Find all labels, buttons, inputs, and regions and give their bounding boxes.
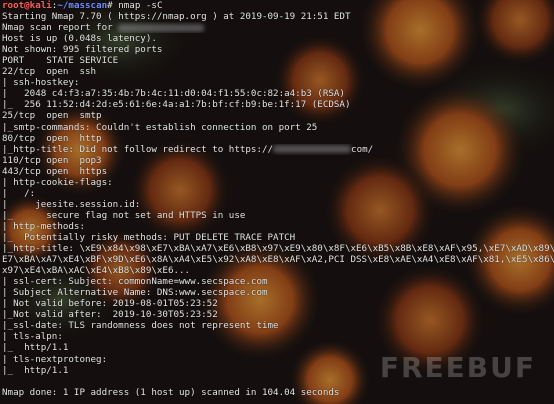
scan-report-label: Nmap scan report for bbox=[2, 22, 113, 34]
output-line: | http-methods: bbox=[2, 220, 85, 232]
output-line: |_ 256 11:52:d4:2d:e5:61:6e:4a:a1:7b:bf:… bbox=[2, 99, 351, 111]
output-line: | tls-alpn: bbox=[2, 331, 63, 343]
output-line: Not shown: 995 filtered ports bbox=[2, 44, 163, 56]
output-line: 80/tcp open http bbox=[2, 132, 102, 144]
output-line: Nmap scan report for bbox=[2, 22, 554, 33]
output-line: | Subject Alternative Name: DNS:www.secs… bbox=[2, 287, 268, 299]
output-line: Host is up (0.048s latency). bbox=[2, 33, 157, 45]
terminal-output[interactable]: root@kali:~/masscan# nmap -sC Starting N… bbox=[0, 0, 554, 404]
output-line: |_ssl-date: TLS randomness does not repr… bbox=[2, 320, 279, 332]
output-line: | 2048 c4:f3:a7:35:4b:7b:4c:11:d0:04:f1:… bbox=[2, 88, 345, 100]
http-title-label: |_http-title: Did not follow redirect to… bbox=[2, 143, 274, 155]
output-line: PORT STATE SERVICE bbox=[2, 55, 119, 67]
output-line: 110/tcp open pop3 bbox=[2, 154, 102, 166]
prompt-path: ~/masscan bbox=[57, 0, 108, 11]
output-line: E7\xBA\xA7\xE4\xBF\x9D\xE6\x8A\xA4\xE5\x… bbox=[2, 254, 554, 266]
output-line: | Not valid before: 2019-08-01T05:23:52 bbox=[2, 298, 218, 310]
output-line: 25/tcp open smtp bbox=[2, 110, 102, 122]
prompt-user: root@kali bbox=[2, 0, 52, 11]
output-line: | http-cookie-flags: bbox=[2, 176, 113, 188]
redacted-domain bbox=[273, 145, 352, 154]
output-line: | ssl-cert: Subject: commonName=www.secs… bbox=[2, 276, 268, 288]
output-line: |_Not valid after: 2019-10-30T05:23:52 bbox=[2, 309, 218, 321]
prompt-command: nmap -sC bbox=[112, 0, 163, 11]
http-title-suffix: com/ bbox=[351, 143, 374, 155]
output-line: |_http-title: Did not follow redirect to… bbox=[2, 144, 554, 155]
output-line: |_ secure flag not set and HTTPS in use bbox=[2, 209, 246, 221]
output-line: Nmap done: 1 IP address (1 host up) scan… bbox=[2, 386, 340, 398]
output-line: |_smtp-commands: Couldn't establish conn… bbox=[2, 121, 318, 133]
output-line: | jeesite.session.id: bbox=[2, 198, 141, 210]
output-line: | /: bbox=[2, 187, 36, 199]
output-line: 22/tcp open ssh bbox=[2, 66, 97, 78]
output-line: 443/tcp open https bbox=[2, 165, 108, 177]
output-line: Starting Nmap 7.70 ( https://nmap.org ) … bbox=[2, 11, 351, 23]
shell-prompt: root@kali:~/masscan# nmap -sC bbox=[2, 0, 163, 11]
output-line: |_http-title: \xE9\x84\x98\xE7\xBA\xA7\x… bbox=[2, 243, 554, 255]
output-line: | ssh-hostkey: bbox=[2, 77, 80, 89]
output-line: |_ Potentially risky methods: PUT DELETE… bbox=[2, 231, 296, 243]
output-line: x97\xE4\xBA\xAC\xE4\xB8\x89\xE6... bbox=[2, 265, 191, 277]
redacted-host bbox=[118, 23, 205, 32]
freebuf-watermark: FREEBUF bbox=[379, 351, 536, 384]
